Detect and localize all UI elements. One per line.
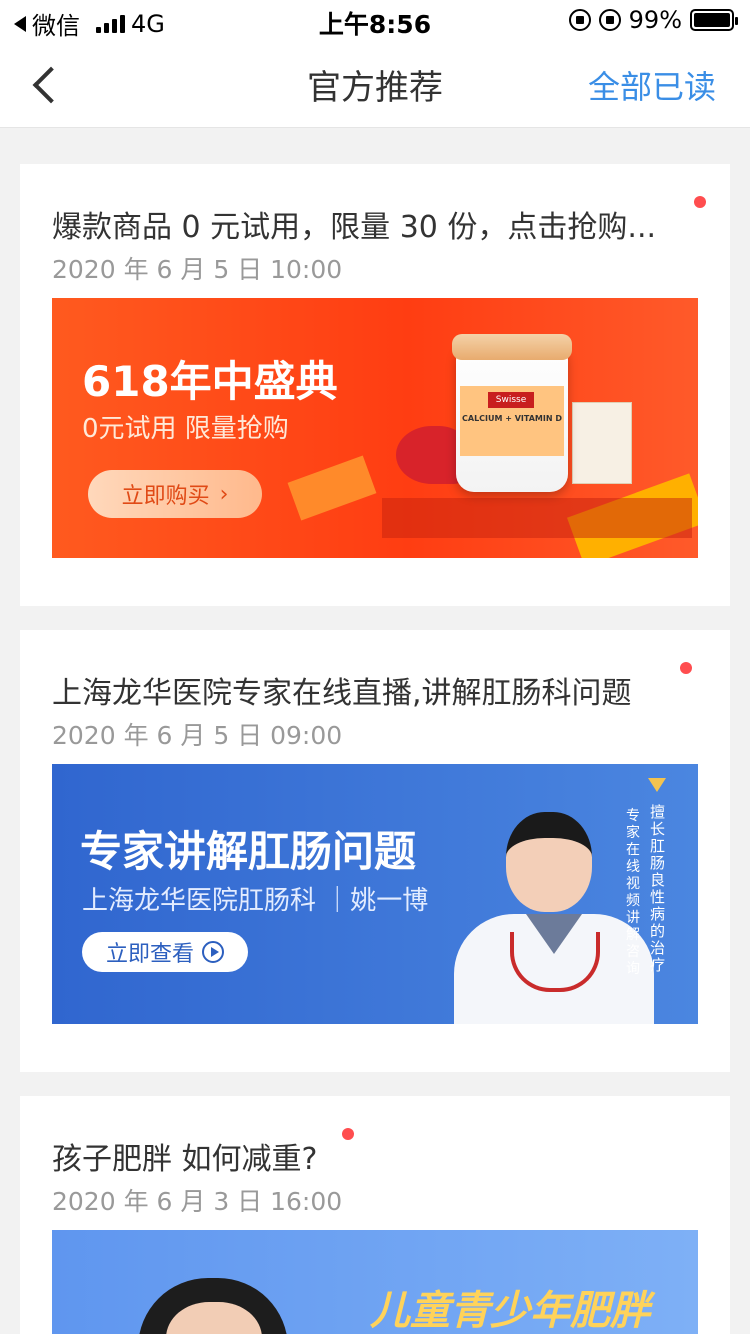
mark-all-read-button[interactable]: 全部已读: [588, 62, 716, 108]
health-banner[interactable]: 儿童青少年肥胖: [52, 1230, 698, 1334]
card-title: 上海龙华医院专家在线直播,讲解肛肠科问题: [52, 676, 632, 711]
nav-bar: 官方推荐 全部已读: [0, 40, 750, 128]
message-card[interactable]: 爆款商品 0 元试用，限量 30 份，点击抢购... 2020 年 6 月 5 …: [20, 164, 730, 606]
brand-logo: Swisse: [488, 392, 534, 408]
chevron-right-icon: ›: [219, 481, 229, 507]
card-date: 2020 年 6 月 5 日 10:00: [52, 255, 343, 284]
product-box-image: [572, 402, 632, 484]
orientation-lock-icon: [568, 9, 591, 31]
vertical-caption-right: 擅长肛肠良性病的治疗: [650, 803, 666, 974]
view-now-label: 立即查看: [105, 942, 194, 967]
banner-subline: 上海龙华医院肛肠科 ｜姚一博: [82, 886, 429, 916]
message-card[interactable]: 孩子肥胖 如何减重? 2020 年 6 月 3 日 16:00 儿童青少年肥胖: [20, 1096, 730, 1334]
play-icon: [202, 941, 224, 963]
live-banner[interactable]: 专家讲解肛肠问题 上海龙华医院肛肠科 ｜姚一博 立即查看 专家在线视频讲解咨询 …: [52, 764, 698, 1024]
message-card[interactable]: 上海龙华医院专家在线直播,讲解肛肠科问题 2020 年 6 月 5 日 09:0…: [20, 630, 730, 1072]
battery-icon: [690, 9, 738, 31]
battery-percent: 99%: [628, 6, 682, 34]
coupon-decoration: [287, 455, 377, 521]
status-bar: 微信 4G 上午8:56 99%: [0, 0, 750, 40]
product-name: CALCIUM + VITAMIN D: [462, 414, 562, 423]
card-title: 爆款商品 0 元试用，限量 30 份，点击抢购...: [52, 210, 657, 245]
jar-cap: [452, 334, 572, 360]
vertical-caption-left: 专家在线视频讲解咨询: [626, 808, 640, 977]
banner-subline: 0元试用 限量抢购: [82, 414, 289, 444]
alarm-icon: [598, 9, 621, 31]
doctor-photo: [454, 804, 654, 1024]
triangle-icon: [648, 778, 666, 792]
banner-headline: 专家讲解肛肠问题: [80, 827, 417, 876]
stage-decoration: [382, 498, 692, 538]
unread-dot-icon: [680, 662, 692, 674]
card-title: 孩子肥胖 如何减重?: [52, 1142, 318, 1177]
buy-now-button[interactable]: 立即购买 ›: [88, 470, 262, 518]
banner-headline: 儿童青少年肥胖: [370, 1288, 650, 1334]
doctor-head: [506, 812, 592, 912]
status-right: 99%: [568, 6, 738, 34]
card-date: 2020 年 6 月 3 日 16:00: [52, 1187, 343, 1216]
card-date: 2020 年 6 月 5 日 09:00: [52, 721, 343, 750]
promo-banner[interactable]: 618年中盛典 0元试用 限量抢购 立即购买 › Swisse CALCIUM …: [52, 298, 698, 558]
unread-dot-icon: [342, 1128, 354, 1140]
product-jar-image: Swisse CALCIUM + VITAMIN D: [452, 334, 572, 492]
buy-now-label: 立即购买: [121, 484, 210, 509]
view-now-button[interactable]: 立即查看: [82, 932, 248, 972]
unread-dot-icon: [694, 196, 706, 208]
banner-headline: 618年中盛典: [82, 357, 338, 406]
